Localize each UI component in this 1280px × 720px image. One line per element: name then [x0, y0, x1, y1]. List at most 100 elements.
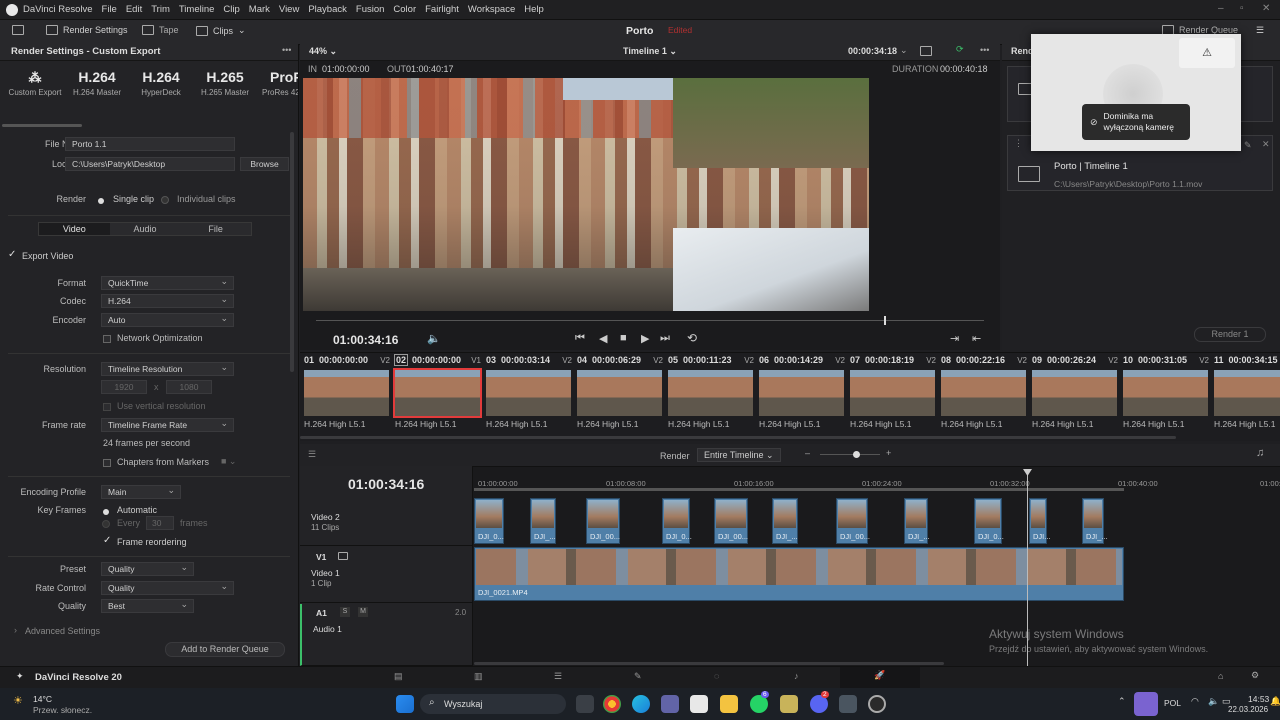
volume-tray-icon[interactable]: 🔈 [1208, 696, 1219, 707]
zoom-dropdown[interactable]: 44% ⌄ [309, 46, 337, 57]
clip-thumbnail-02[interactable]: 02 00:00:00:00 V1 H.264 High L5.1 [393, 353, 485, 433]
menu-playback[interactable]: Playback [308, 4, 347, 15]
clock-date[interactable]: 22.03.2026 [1228, 705, 1268, 714]
language-indicator[interactable]: POL [1164, 698, 1181, 708]
page-cut-icon[interactable]: ▥ [474, 671, 483, 682]
clip-thumbnail-03[interactable]: 03 00:00:03:14 V2 H.264 High L5.1 [486, 353, 576, 433]
tray-chevron-icon[interactable]: ⌃ [1118, 696, 1126, 707]
mute-button[interactable]: M [358, 607, 368, 617]
timeline-ruler[interactable]: 01:00:00:00 01:00:08:00 01:00:16:00 01:00:2… [474, 468, 1280, 491]
resolution-dropdown[interactable]: Timeline Resolution [101, 361, 234, 376]
settings-scrollbar[interactable] [290, 132, 294, 372]
microphone-icon[interactable] [1134, 692, 1158, 716]
clock-time[interactable]: 14:53 [1248, 694, 1269, 704]
browse-button[interactable]: Browse [240, 157, 289, 171]
framerate-dropdown[interactable]: Timeline Frame Rate [101, 417, 234, 432]
explorer-icon[interactable] [720, 695, 738, 713]
video2-clip[interactable]: DJI_... [1082, 498, 1108, 544]
play-icon[interactable]: ▶ [641, 332, 649, 345]
video-frame[interactable] [303, 78, 869, 311]
tab-video[interactable]: Video [39, 223, 110, 235]
location-input[interactable]: C:\Users\Patryk\Desktop [65, 157, 235, 171]
sync-icon[interactable]: ⟳ [956, 44, 964, 55]
video2-clip[interactable]: DJI_00... [586, 498, 620, 544]
menu-clip[interactable]: Clip [223, 4, 239, 15]
network-opt-checkbox[interactable] [103, 333, 111, 343]
preset-hyperdeck[interactable]: H.264 HyperDeck [126, 66, 196, 97]
menu-view[interactable]: View [279, 4, 299, 15]
tape-button[interactable]: Tape [142, 25, 179, 35]
zoom-out-icon[interactable]: – [805, 448, 810, 458]
enc-profile-dropdown[interactable]: Main [101, 484, 181, 499]
close-icon[interactable]: ✕ [1262, 3, 1270, 14]
video2-clip[interactable]: DJI_0... [474, 498, 504, 544]
taskbar-search[interactable]: ⌕ Wyszukaj [420, 694, 566, 714]
render-button[interactable]: Render 1 [1194, 327, 1266, 342]
task-view-icon[interactable] [576, 695, 594, 713]
menu-trim[interactable]: Trim [151, 4, 170, 15]
teams-icon[interactable] [661, 695, 679, 713]
clip-thumbnail-09[interactable]: 09 00:00:26:24 V2 H.264 High L5.1 [1032, 353, 1122, 433]
store-icon[interactable] [690, 695, 708, 713]
notifications-icon[interactable]: 🔔 [1270, 696, 1280, 707]
preset-dropdown[interactable]: Quality [101, 561, 194, 576]
res-height-input[interactable]: 1080 [166, 380, 212, 394]
maximize-icon[interactable]: ▫ [1240, 3, 1244, 14]
menu-fusion[interactable]: Fusion [356, 4, 385, 15]
loop-icon[interactable]: ⟲ [687, 331, 697, 345]
viewer-scrubber[interactable] [316, 316, 984, 325]
preset-h265-master[interactable]: H.265 H.265 Master [190, 66, 260, 97]
app2-icon[interactable] [839, 695, 857, 713]
app-icon[interactable] [780, 695, 798, 713]
video2-clip[interactable]: DJI_... [530, 498, 556, 544]
play-reverse-icon[interactable]: ◀ [599, 332, 607, 345]
export-video-checkbox[interactable]: ✓ [8, 249, 16, 260]
more-options-icon[interactable]: ••• [282, 45, 291, 55]
timeline-selector[interactable]: Timeline 1 ⌄ [623, 46, 677, 57]
solo-button[interactable]: S [340, 607, 350, 617]
clip-thumbnail-11[interactable]: 11 00:00:34:15 H.264 High L5.1 [1214, 353, 1280, 433]
warning-icon[interactable]: ⚠ [1179, 38, 1235, 68]
menu-color[interactable]: Color [393, 4, 416, 15]
zoom-slider-handle[interactable] [853, 451, 860, 458]
page-fairlight-icon[interactable]: ♪ [794, 671, 799, 681]
skip-start-icon[interactable]: ⏮ [575, 332, 585, 345]
davinci-taskbar-icon[interactable] [868, 695, 886, 713]
page-edit-icon[interactable]: ☰ [554, 671, 562, 682]
tab-file[interactable]: File [180, 223, 251, 235]
video2-clip[interactable]: DJI... [1029, 498, 1051, 544]
menu-fairlight[interactable]: Fairlight [425, 4, 459, 15]
track-monitor-icon[interactable] [338, 552, 348, 562]
skip-end-icon[interactable]: ⏭ [660, 332, 670, 345]
clip-thumbnail-08[interactable]: 08 00:00:22:16 V2 H.264 High L5.1 [941, 353, 1031, 433]
zoom-in-icon[interactable]: + [886, 448, 891, 458]
audio-meter-icon[interactable]: ♫ [1256, 447, 1264, 459]
edge-icon[interactable] [632, 695, 650, 713]
track-video1[interactable]: V1 Video 1 1 Clip [300, 548, 472, 603]
individual-clips-radio[interactable] [161, 194, 169, 204]
next-clip-icon[interactable]: ⇤ [972, 332, 981, 345]
quality-dropdown[interactable]: Best [101, 598, 194, 613]
kf-auto-radio[interactable] [103, 506, 109, 516]
weather-desc[interactable]: Przew. słonecz. [33, 705, 92, 715]
viewer-mode-icon[interactable] [920, 46, 932, 58]
discord-icon[interactable]: 2 [810, 691, 829, 713]
volume-icon[interactable]: 🔈 [427, 332, 441, 345]
menu-help[interactable]: Help [524, 4, 544, 15]
page-color-icon[interactable]: ◌ [714, 671, 719, 681]
clip-thumbnail-06[interactable]: 06 00:00:14:29 V2 H.264 High L5.1 [759, 353, 849, 433]
page-media-icon[interactable]: ▤ [394, 671, 403, 682]
panel-toggle-icon[interactable] [12, 25, 24, 35]
track-audio1[interactable]: A1 S M 2.0 Audio 1 [300, 604, 472, 666]
edit-job-icon[interactable]: ✎ [1244, 140, 1252, 151]
video2-clip[interactable]: DJI_0... [974, 498, 1004, 544]
preset-custom-export[interactable]: ⁂ Custom Export [0, 66, 70, 97]
page-fusion-icon[interactable]: ✎ [634, 671, 642, 682]
vertical-res-checkbox[interactable] [103, 401, 111, 411]
chapters-checkbox[interactable] [103, 457, 111, 467]
menu-edit[interactable]: Edit [126, 4, 142, 15]
single-clip-radio[interactable] [98, 195, 104, 205]
add-to-queue-button[interactable]: Add to Render Queue [165, 642, 285, 657]
kf-every-input[interactable]: 30 [146, 516, 174, 530]
clip-thumbnail-01[interactable]: 01 00:00:00:00 V2 H.264 High L5.1 [304, 353, 394, 433]
